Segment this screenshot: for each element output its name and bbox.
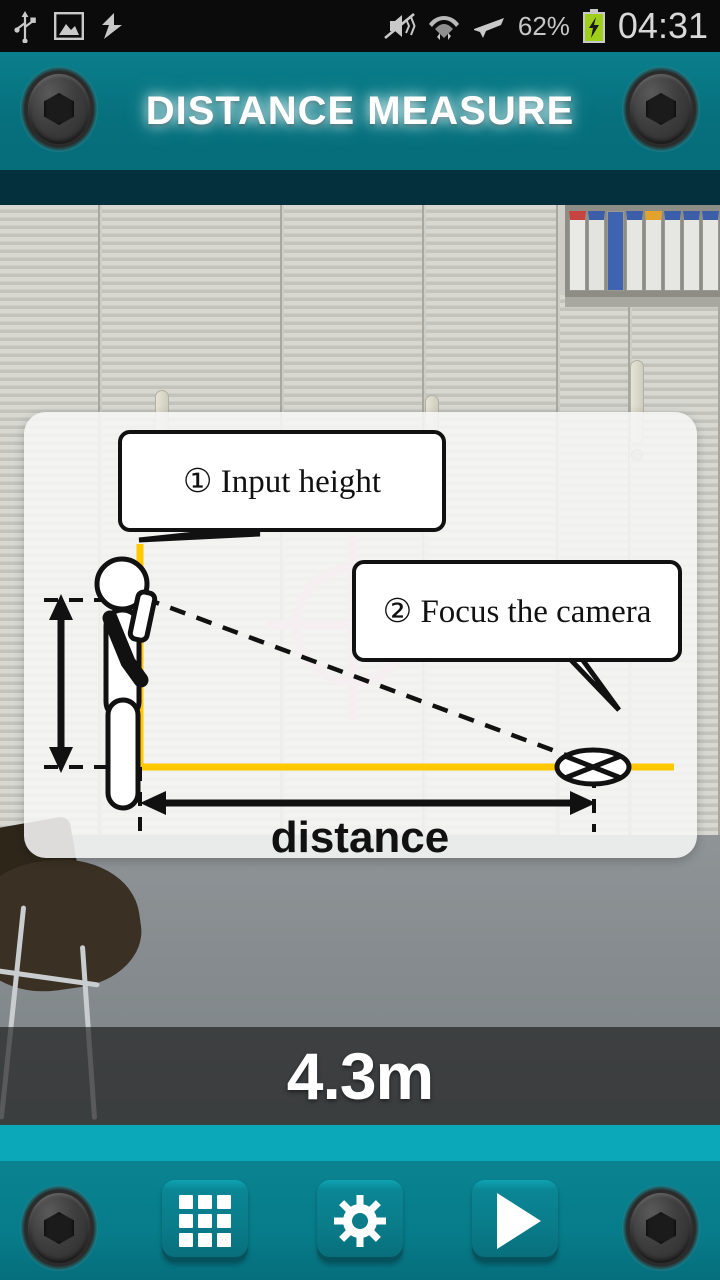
start-measure-button[interactable] bbox=[472, 1180, 558, 1262]
play-icon bbox=[497, 1193, 541, 1249]
header-left-screw-icon bbox=[20, 66, 98, 152]
binder bbox=[626, 211, 643, 291]
binder bbox=[607, 211, 624, 291]
bubble-1-tail bbox=[138, 529, 261, 543]
status-bar-right-icons: 62% 04:31 bbox=[382, 5, 708, 47]
status-bar: 62% 04:31 bbox=[0, 0, 720, 52]
image-icon bbox=[54, 12, 84, 40]
screw-body bbox=[28, 1193, 90, 1263]
distance-caption: distance bbox=[271, 813, 450, 858]
status-bar-clock: 04:31 bbox=[617, 5, 708, 46]
page-title: DISTANCE MEASURE bbox=[145, 88, 575, 133]
app-root: 62% 04:31 DISTANCE MEASURE distance ① In… bbox=[0, 0, 720, 1280]
hex-socket-icon bbox=[44, 1212, 74, 1244]
height-arrow bbox=[49, 594, 73, 773]
usb-icon bbox=[14, 11, 36, 43]
bottom-toolbar bbox=[0, 1161, 720, 1280]
mute-vibrate-icon bbox=[384, 12, 416, 40]
battery-charging-icon bbox=[582, 9, 605, 43]
binder-shelf bbox=[565, 205, 720, 297]
gear-icon bbox=[334, 1195, 386, 1247]
status-bar-left-icons bbox=[12, 9, 126, 43]
camera-viewfinder[interactable]: distance ① Input height ② Focus the came… bbox=[0, 205, 720, 1125]
hex-socket-icon bbox=[646, 93, 676, 125]
header-divider-strip bbox=[0, 170, 720, 205]
screw-body bbox=[28, 74, 90, 144]
instruction-diagram-card: distance ① Input height ② Focus the came… bbox=[24, 412, 697, 858]
toolbar-left-screw-icon bbox=[20, 1185, 98, 1271]
screw-body bbox=[630, 1193, 692, 1263]
toolbar-right-screw-icon bbox=[622, 1185, 700, 1271]
distance-value: 4.3m bbox=[286, 1039, 434, 1113]
battery-percent-label: 62% bbox=[517, 10, 570, 41]
stick-figure-icon bbox=[94, 556, 158, 811]
binder bbox=[645, 211, 662, 291]
wifi-icon bbox=[428, 16, 459, 40]
hex-socket-icon bbox=[646, 1212, 676, 1244]
instruction-bubble-1-text: ① Input height bbox=[182, 464, 382, 500]
sync-icon bbox=[102, 13, 122, 39]
shelf-edge bbox=[565, 297, 720, 307]
instruction-bubble-2-text: ② Focus the camera bbox=[382, 594, 652, 630]
airplane-mode-icon bbox=[473, 18, 504, 38]
instruction-bubble-2: ② Focus the camera bbox=[352, 560, 682, 662]
bottom-accent-strip bbox=[0, 1125, 720, 1161]
settings-button[interactable] bbox=[317, 1180, 403, 1262]
bubble-2-tail bbox=[562, 655, 622, 712]
binder bbox=[569, 211, 586, 291]
header-right-screw-icon bbox=[622, 66, 700, 152]
app-header: DISTANCE MEASURE bbox=[0, 52, 720, 170]
hex-socket-icon bbox=[44, 93, 74, 125]
binder bbox=[683, 211, 700, 291]
binder bbox=[664, 211, 681, 291]
keypad-button[interactable] bbox=[162, 1180, 248, 1262]
instruction-bubble-1: ① Input height bbox=[118, 430, 446, 532]
grid-icon bbox=[179, 1195, 231, 1247]
distance-readout-bar: 4.3m bbox=[0, 1027, 720, 1125]
distance-arrow bbox=[140, 791, 596, 815]
screw-body bbox=[630, 74, 692, 144]
binder bbox=[702, 211, 719, 291]
target-point-marker bbox=[554, 747, 632, 787]
binder bbox=[588, 211, 605, 291]
